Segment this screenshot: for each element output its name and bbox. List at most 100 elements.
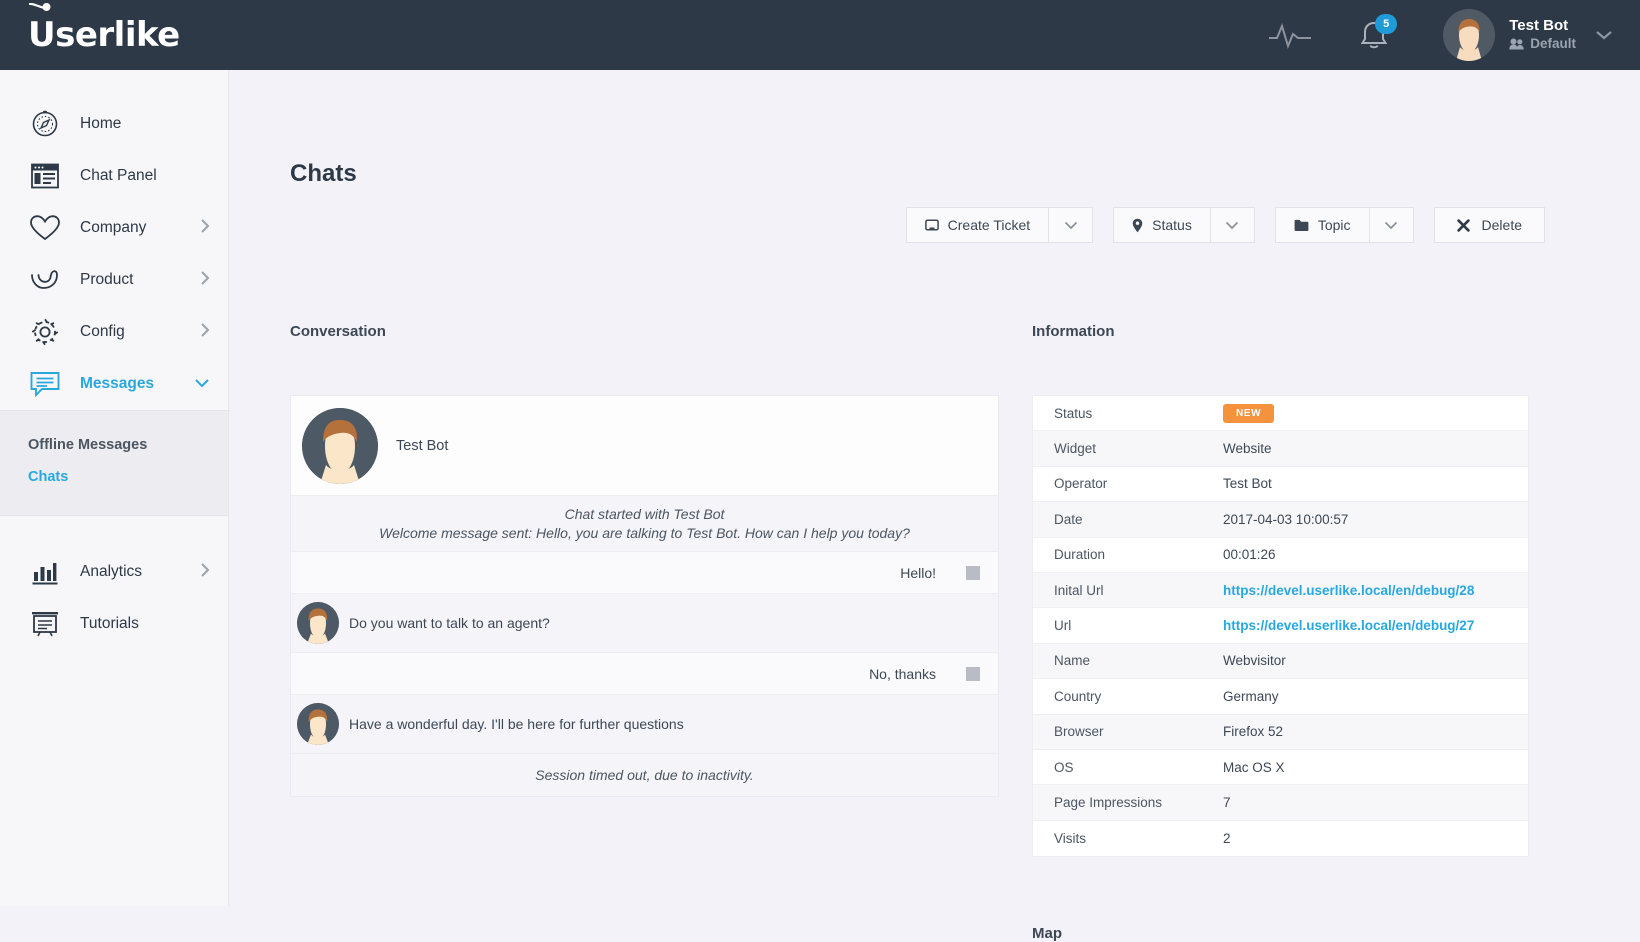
create-ticket-dropdown-toggle[interactable]: [1049, 207, 1093, 243]
avatar: [302, 408, 378, 484]
create-ticket-group: Create Ticket: [906, 207, 1093, 243]
topic-group: Topic: [1275, 207, 1414, 243]
sidebar-item-home[interactable]: Home: [0, 98, 228, 150]
row-value: Mac OS X: [1223, 760, 1285, 775]
users-icon: [1509, 38, 1524, 50]
row-key: Country: [1033, 689, 1223, 704]
create-ticket-button[interactable]: Create Ticket: [906, 207, 1049, 243]
sidebar-subitem-chats[interactable]: Chats: [0, 461, 228, 493]
sidebar-subitem-label: Offline Messages: [28, 437, 147, 453]
message-text: Hello!: [900, 565, 936, 581]
table-row: Date 2017-04-03 10:00:57: [1033, 502, 1528, 537]
row-key: Page Impressions: [1033, 795, 1223, 810]
system-message-line: Welcome message sent: Hello, you are tal…: [379, 525, 910, 541]
status-label: Status: [1152, 217, 1192, 233]
chevron-down-icon[interactable]: [1594, 29, 1614, 41]
visitor-avatar-placeholder-icon: [966, 566, 980, 580]
gear-icon: [28, 315, 62, 349]
message-text: No, thanks: [869, 666, 936, 682]
information-heading: Information: [1032, 323, 1115, 340]
row-value: https://devel.userlike.local/en/debug/28: [1223, 583, 1474, 598]
message-text: Do you want to talk to an agent?: [349, 615, 550, 631]
initial-url-link[interactable]: https://devel.userlike.local/en/debug/28: [1223, 583, 1474, 598]
activity-pulse-icon[interactable]: [1267, 20, 1313, 50]
row-key: Url: [1033, 618, 1223, 633]
status-button[interactable]: Status: [1113, 207, 1211, 243]
sidebar-item-product[interactable]: Product: [0, 254, 228, 306]
notifications-button[interactable]: 5: [1357, 18, 1391, 52]
sidebar-item-tutorials[interactable]: Tutorials: [0, 598, 228, 650]
topic-button[interactable]: Topic: [1275, 207, 1370, 243]
status-group: Status: [1113, 207, 1255, 243]
chevron-right-icon: [200, 270, 210, 291]
browser-window-icon: [28, 159, 62, 193]
sidebar-nav: Home Chat Panel Company: [0, 70, 229, 906]
table-row: Country Germany: [1033, 679, 1528, 714]
folder-icon: [1294, 219, 1309, 232]
visitor-avatar-placeholder-icon: [966, 667, 980, 681]
chat-actions-toolbar: Create Ticket Status: [906, 207, 1545, 243]
leaf-swirl-icon: [28, 263, 62, 297]
status-dropdown-toggle[interactable]: [1211, 207, 1255, 243]
delete-button[interactable]: Delete: [1434, 207, 1545, 243]
table-row: Page Impressions 7: [1033, 785, 1528, 820]
topic-dropdown-toggle[interactable]: [1370, 207, 1414, 243]
user-group-text: Default: [1530, 36, 1576, 53]
delete-label: Delete: [1482, 217, 1522, 233]
notification-count-badge: 5: [1375, 14, 1397, 34]
sidebar-item-config[interactable]: Config: [0, 306, 228, 358]
sidebar-item-label: Config: [80, 323, 125, 341]
sidebar-item-analytics[interactable]: Analytics: [0, 546, 228, 598]
brand-logo[interactable]: Userlike: [28, 15, 180, 55]
heart-icon: [28, 211, 62, 245]
sidebar-item-label: Product: [80, 271, 133, 289]
table-row: Status NEW: [1033, 396, 1528, 431]
user-avatar-image: [1443, 9, 1495, 61]
conversation-operator-header: Test Bot: [291, 396, 998, 496]
message-text: Have a wonderful day. I'll be here for f…: [349, 716, 684, 732]
chevron-down-icon: [1064, 221, 1078, 230]
operator-message-row: Do you want to talk to an agent?: [291, 594, 998, 653]
operator-avatar-image: [297, 602, 339, 644]
table-row: Name Webvisitor: [1033, 644, 1528, 679]
row-value: Firefox 52: [1223, 724, 1283, 739]
operator-message-row: Have a wonderful day. I'll be here for f…: [291, 695, 998, 754]
row-key: Date: [1033, 512, 1223, 527]
sidebar-item-label: Tutorials: [80, 615, 139, 633]
ticket-icon: [925, 218, 939, 232]
operator-name-label: Test Bot: [396, 438, 448, 454]
chevron-down-icon: [1384, 221, 1398, 230]
sidebar-item-chat-panel[interactable]: Chat Panel: [0, 150, 228, 202]
topic-label: Topic: [1318, 217, 1351, 233]
avatar: [297, 703, 339, 745]
table-row: Widget Website: [1033, 431, 1528, 466]
operator-avatar-image: [302, 408, 378, 484]
page-title: Chats: [290, 160, 357, 188]
sidebar-item-company[interactable]: Company: [0, 202, 228, 254]
conversation-panel: Test Bot Chat started with Test Bot Welc…: [290, 395, 999, 797]
top-header-bar: Userlike 5 Test Bot: [0, 0, 1640, 70]
conversation-heading: Conversation: [290, 323, 386, 340]
avatar[interactable]: [1443, 9, 1495, 61]
sidebar-item-label: Analytics: [80, 563, 142, 581]
table-row: Duration 00:01:26: [1033, 538, 1528, 573]
user-group-label: Default: [1509, 36, 1576, 53]
row-key: Status: [1033, 406, 1223, 421]
status-badge: NEW: [1223, 404, 1274, 423]
row-value: Test Bot: [1223, 476, 1272, 491]
row-key: Widget: [1033, 441, 1223, 456]
avatar: [297, 602, 339, 644]
table-row: Operator Test Bot: [1033, 467, 1528, 502]
sidebar-item-label: Company: [80, 219, 146, 237]
row-key: Inital Url: [1033, 583, 1223, 598]
sidebar-item-label: Messages: [80, 375, 154, 393]
brand-logo-text: Userlike: [28, 15, 180, 55]
user-menu[interactable]: Test Bot Default: [1509, 17, 1576, 53]
sidebar-subitem-offline-messages[interactable]: Offline Messages: [0, 429, 228, 461]
row-value: NEW: [1223, 404, 1274, 423]
sidebar-item-label: Home: [80, 115, 121, 133]
sidebar-item-label: Chat Panel: [80, 167, 157, 185]
sidebar-subitem-label: Chats: [28, 469, 68, 485]
url-link[interactable]: https://devel.userlike.local/en/debug/27: [1223, 618, 1474, 633]
sidebar-item-messages[interactable]: Messages: [0, 358, 228, 410]
